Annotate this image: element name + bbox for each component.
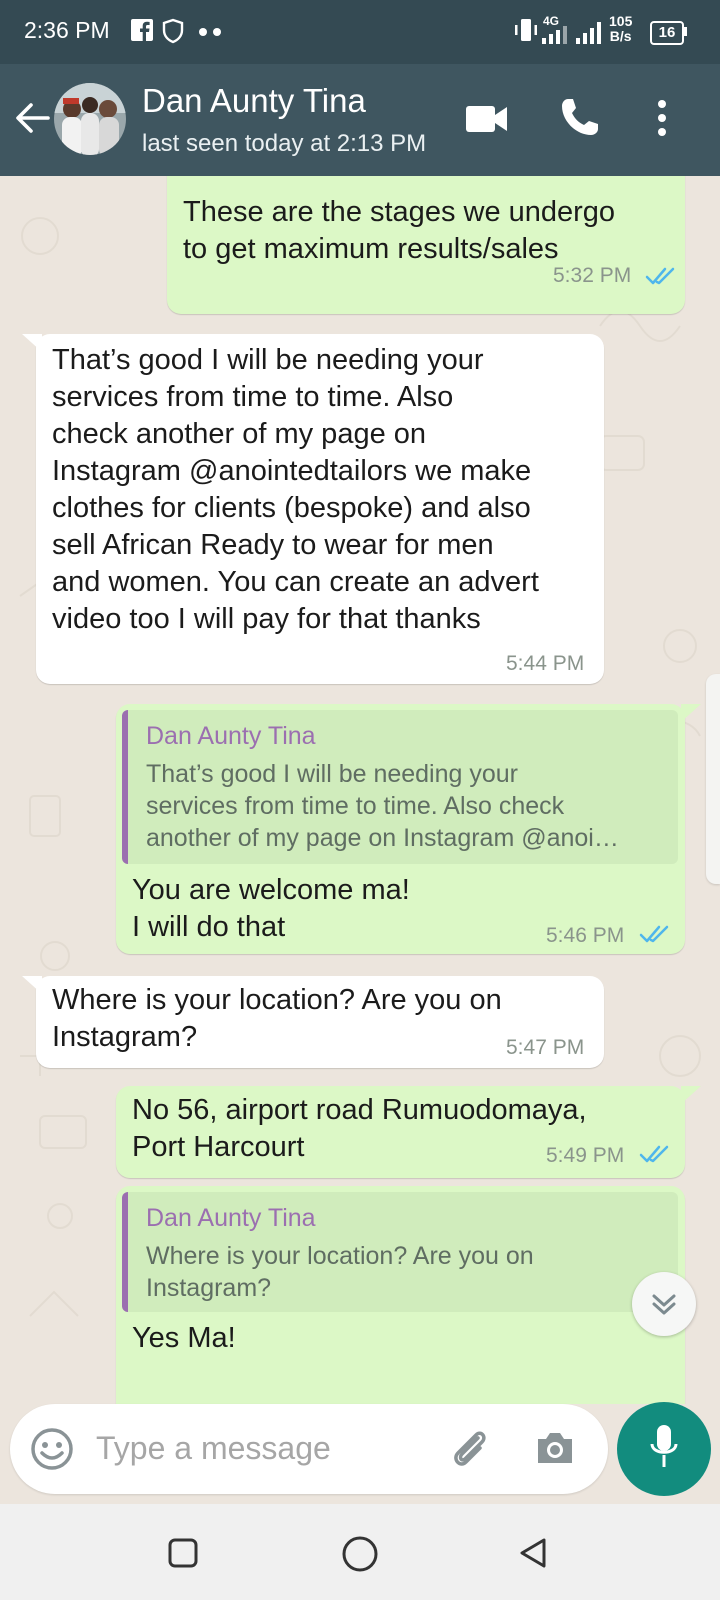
phone-icon[interactable] (560, 97, 600, 137)
quoted-message[interactable]: Dan Aunty Tina That’s good I will be nee… (122, 710, 678, 864)
signal-icon (576, 22, 601, 44)
paperclip-icon[interactable] (448, 1426, 492, 1472)
facebook-icon (131, 19, 153, 41)
input-bar: Type a message (0, 1402, 720, 1504)
bubble-tail-outgoing (681, 704, 701, 722)
battery-tip (684, 27, 687, 36)
bubble-tail-incoming (22, 334, 42, 352)
edge-panel-handle[interactable] (706, 674, 720, 884)
read-receipt-icon (639, 1145, 669, 1163)
quoted-text: Where is your location? Are you on Insta… (146, 1242, 534, 1302)
mic-button[interactable] (617, 1402, 711, 1496)
mic-icon (650, 1425, 678, 1467)
message-time: 5:44 PM (506, 652, 585, 675)
message-bubble-outgoing-reply[interactable]: Dan Aunty Tina That’s good I will be nee… (116, 704, 685, 954)
message-bubble-outgoing[interactable]: No 56, airport road Rumuodomaya, Port Ha… (116, 1086, 685, 1178)
net-speed-unit: B/s (609, 28, 632, 44)
message-time: 5:46 PM (546, 924, 625, 947)
battery-indicator: 16 (650, 21, 684, 45)
net-speed: 105 B/s (609, 14, 632, 44)
message-text: You are welcome ma! I will do that (132, 874, 410, 943)
quoted-text: That’s good I will be needing your servi… (146, 760, 619, 852)
quoted-sender: Dan Aunty Tina (146, 722, 316, 750)
quoted-message[interactable]: Dan Aunty Tina Where is your location? A… (122, 1192, 678, 1312)
last-seen: last seen today at 2:13 PM (142, 130, 427, 157)
message-text: No 56, airport road Rumuodomaya, Port Ha… (132, 1094, 587, 1163)
battery-level: 16 (658, 24, 676, 41)
quoted-sender: Dan Aunty Tina (146, 1204, 316, 1232)
notification-dots-icon (199, 28, 221, 36)
recents-icon[interactable] (168, 1538, 198, 1568)
bubble-tail-incoming (22, 976, 42, 994)
signal-4g-icon (542, 26, 567, 44)
message-bubble-incoming[interactable]: That’s good I will be needing your servi… (36, 334, 604, 684)
message-text: These are the stages we undergo to get m… (183, 196, 616, 265)
camera-icon[interactable] (534, 1429, 576, 1467)
message-text: Yes Ma! (132, 1322, 236, 1354)
message-composer[interactable]: Type a message (10, 1404, 608, 1494)
shield-icon (162, 18, 184, 44)
read-receipt-icon (645, 267, 675, 285)
contact-name[interactable]: Dan Aunty Tina (142, 82, 366, 120)
message-text: Where is your location? Are you on Insta… (52, 984, 502, 1053)
message-bubble-outgoing[interactable]: These are the stages we undergo to get m… (167, 176, 685, 314)
bubble-tail-outgoing (681, 1086, 701, 1104)
system-nav-bar (0, 1504, 720, 1600)
message-time: 5:49 PM (546, 1144, 625, 1167)
net-speed-value: 105 (609, 13, 633, 29)
contact-avatar[interactable] (54, 83, 126, 155)
chat-header: Dan Aunty Tina last seen today at 2:13 P… (0, 64, 720, 176)
scroll-to-bottom-button[interactable] (632, 1272, 696, 1336)
chat-area[interactable]: These are the stages we undergo to get m… (0, 176, 720, 1404)
video-call-icon[interactable] (466, 104, 508, 134)
message-time: 5:32 PM (553, 264, 632, 287)
message-time: 5:47 PM (506, 1036, 585, 1059)
message-input[interactable]: Type a message (96, 1430, 331, 1467)
back-nav-icon[interactable] (518, 1537, 548, 1569)
home-icon[interactable] (342, 1536, 378, 1572)
message-bubble-outgoing-reply[interactable]: Dan Aunty Tina Where is your location? A… (116, 1186, 685, 1404)
message-bubble-incoming[interactable]: Where is your location? Are you on Insta… (36, 976, 604, 1068)
read-receipt-icon (639, 925, 669, 943)
arrow-left-icon[interactable] (14, 102, 50, 134)
emoji-icon[interactable] (30, 1427, 74, 1471)
message-text: That’s good I will be needing your servi… (52, 344, 539, 635)
double-chevron-down-icon (652, 1294, 676, 1315)
status-time: 2:36 PM (24, 17, 110, 43)
more-vert-icon[interactable] (655, 99, 669, 139)
status-bar: 2:36 PM 4G 105 B/s 16 (0, 0, 720, 64)
vibrate-icon (515, 19, 537, 41)
